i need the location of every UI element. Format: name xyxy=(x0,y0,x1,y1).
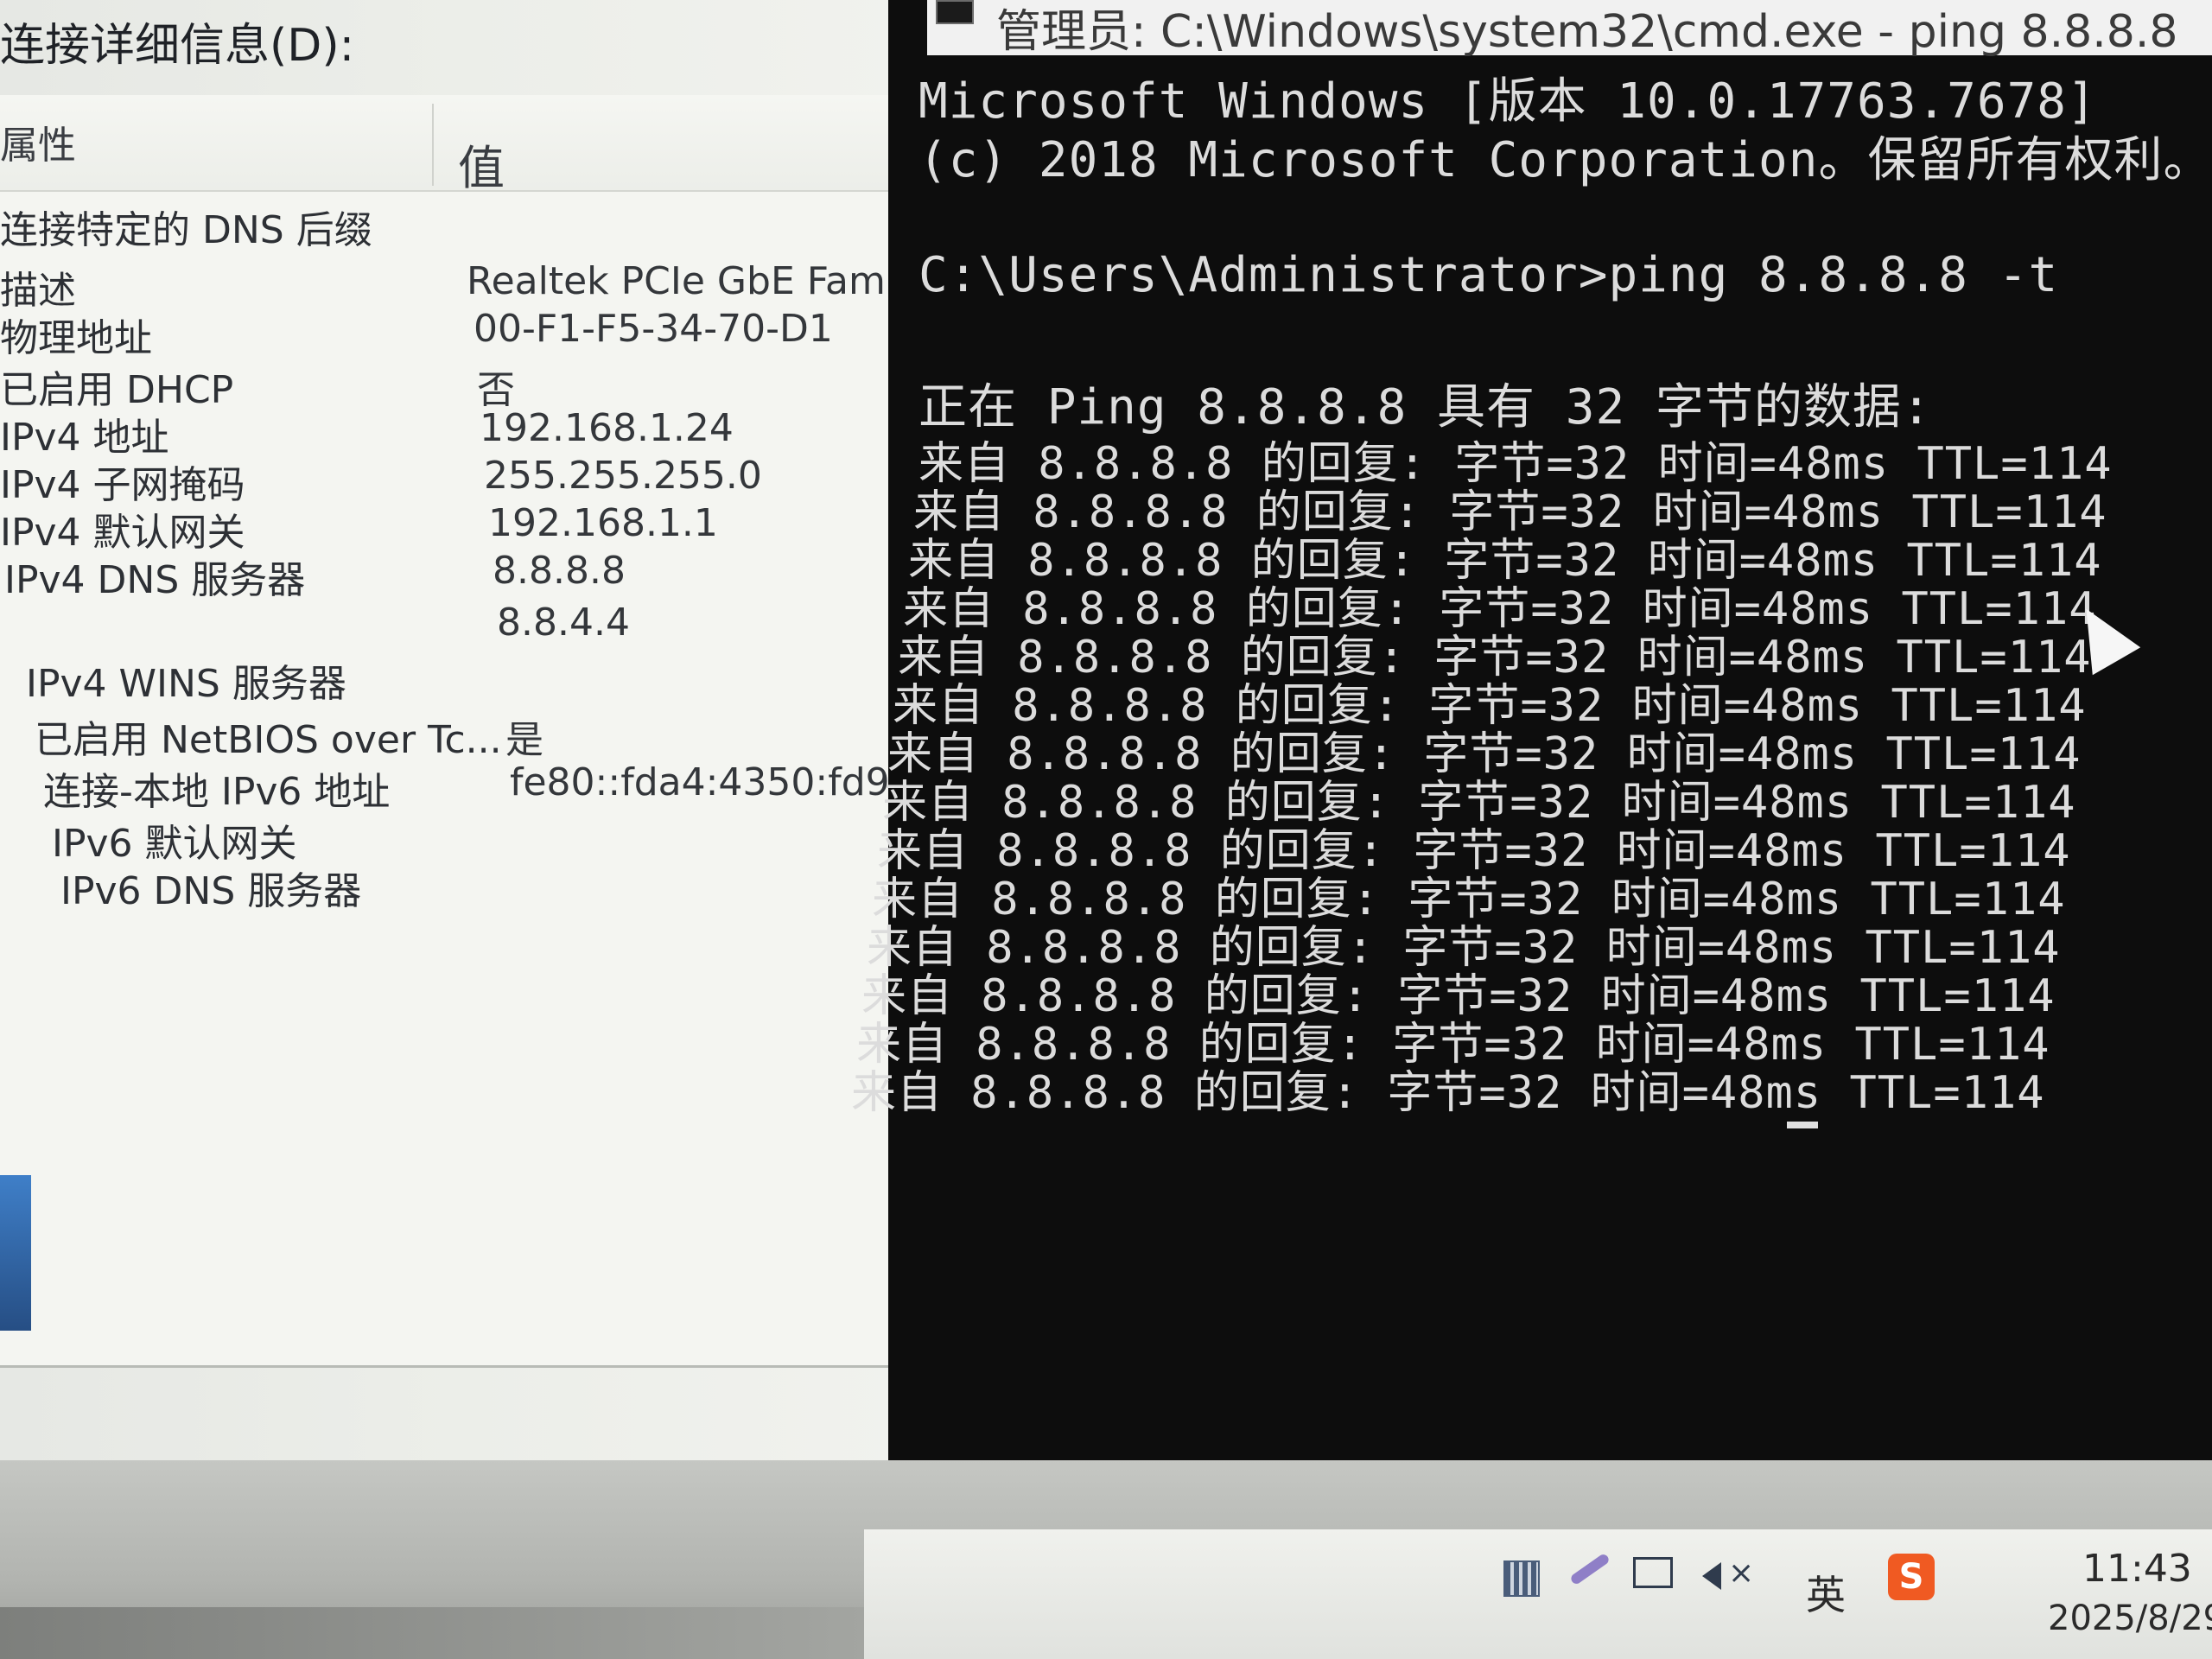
detail-property-value: 是 xyxy=(505,718,543,762)
keyboard-icon[interactable] xyxy=(1503,1560,1540,1597)
taskbar: × 英 S 11:43 2025/8/29 xyxy=(864,1529,2212,1659)
detail-property-label: 物理地址 xyxy=(0,316,152,360)
ping-reply-line: 来自 8.8.8.8 的回复: 字节=32 时间=48ms TTL=114 xyxy=(851,1067,2045,1119)
detail-property-label: 已启用 NetBIOS over Tc... xyxy=(35,718,502,762)
detail-property-value: 192.168.1.1 xyxy=(488,501,718,545)
cmd-window[interactable]: 管理员: C:\Windows\system32\cmd.exe - ping … xyxy=(851,0,2212,1460)
detail-property-label: 连接特定的 DNS 后缀 xyxy=(0,208,372,252)
cmd-copyright-line: (c) 2018 Microsoft Corporation。保留所有权利。 xyxy=(918,132,2212,188)
detail-property-label: IPv4 DNS 服务器 xyxy=(4,558,306,602)
network-connection-details-dialog: 连接详细信息(D): 属性 值 连接特定的 DNS 后缀描述 Realtek PC… xyxy=(0,0,948,1469)
detail-property-value: 00-F1-F5-34-70-D1 xyxy=(474,307,833,351)
detail-property-label: 连接-本地 IPv6 地址 xyxy=(43,770,391,814)
detail-row[interactable]: 已启用 DHCP 否 xyxy=(0,359,899,412)
details-list[interactable]: 属性 值 连接特定的 DNS 后缀描述 Realtek PCIe GbE Fam 物… xyxy=(0,95,948,1368)
cmd-output[interactable]: Microsoft Windows [版本 10.0.17763.7678] (… xyxy=(851,55,2212,1455)
detail-property-value: 8.8.4.4 xyxy=(497,601,630,645)
detail-property-value: 255.255.255.0 xyxy=(484,454,762,498)
text-cursor xyxy=(1787,1122,1818,1128)
detail-row[interactable]: IPv4 地址 192.168.1.24 xyxy=(0,406,899,460)
cmd-title: 管理员: C:\Windows\system32\cmd.exe - ping … xyxy=(996,6,2178,58)
detail-row[interactable]: 物理地址 00-F1-F5-34-70-D1 xyxy=(0,307,899,360)
detail-row[interactable]: 连接-本地 IPv6 地址 fe80::fda4:4350:fd96:c xyxy=(0,760,948,814)
detail-row[interactable]: 连接特定的 DNS 后缀 xyxy=(0,199,899,252)
cmd-prompt-line: C:\Users\Administrator>ping 8.8.8.8 -t xyxy=(918,247,2059,303)
cmd-titlebar[interactable]: 管理员: C:\Windows\system32\cmd.exe - ping … xyxy=(927,0,2212,58)
detail-property-label: IPv4 WINS 服务器 xyxy=(26,662,346,706)
detail-row[interactable]: IPv6 默认网关 xyxy=(0,812,899,866)
sogou-input-icon[interactable]: S xyxy=(1888,1554,1935,1600)
detail-property-label: IPv6 DNS 服务器 xyxy=(60,869,362,913)
detail-property-value: Realtek PCIe GbE Fam xyxy=(467,259,886,303)
desktop-background-strip xyxy=(0,1175,31,1331)
detail-row[interactable]: IPv4 子网掩码 255.255.255.0 xyxy=(0,454,899,507)
desk-surface xyxy=(0,1607,864,1659)
detail-row[interactable]: IPv4 默认网关 192.168.1.1 xyxy=(0,501,899,555)
detail-row[interactable]: 描述 Realtek PCIe GbE Fam xyxy=(0,259,899,313)
detail-row[interactable]: IPv6 DNS 服务器 xyxy=(0,860,899,913)
clock-date[interactable]: 2025/8/29 xyxy=(2048,1599,2212,1638)
clock-time[interactable]: 11:43 xyxy=(2082,1547,2192,1591)
detail-row[interactable]: 8.8.4.4 xyxy=(0,601,899,649)
dialog-heading: 连接详细信息(D): xyxy=(0,20,355,72)
volume-icon[interactable] xyxy=(1702,1562,1721,1590)
column-header-value[interactable]: 值 xyxy=(458,130,505,198)
detail-row[interactable]: IPv4 DNS 服务器 8.8.8.8 xyxy=(0,549,899,602)
list-header: 属性 值 xyxy=(0,95,899,195)
detail-property-value: 192.168.1.24 xyxy=(480,406,734,450)
column-separator[interactable] xyxy=(432,104,434,186)
column-header-property[interactable]: 属性 xyxy=(0,114,76,169)
photo-scene: 连接详细信息(D): 属性 值 连接特定的 DNS 后缀描述 Realtek PC… xyxy=(0,0,2212,1659)
cmd-icon xyxy=(936,0,974,24)
detail-property-value: 8.8.8.8 xyxy=(493,549,626,593)
ime-language-indicator[interactable]: 英 xyxy=(1806,1564,1846,1621)
pen-icon[interactable] xyxy=(1569,1552,1611,1586)
network-icon[interactable] xyxy=(1633,1557,1673,1588)
detail-row[interactable]: IPv4 WINS 服务器 xyxy=(0,652,899,706)
detail-row[interactable]: 已启用 NetBIOS over Tc... 是 xyxy=(0,709,899,762)
mute-icon: × xyxy=(1728,1555,1755,1591)
